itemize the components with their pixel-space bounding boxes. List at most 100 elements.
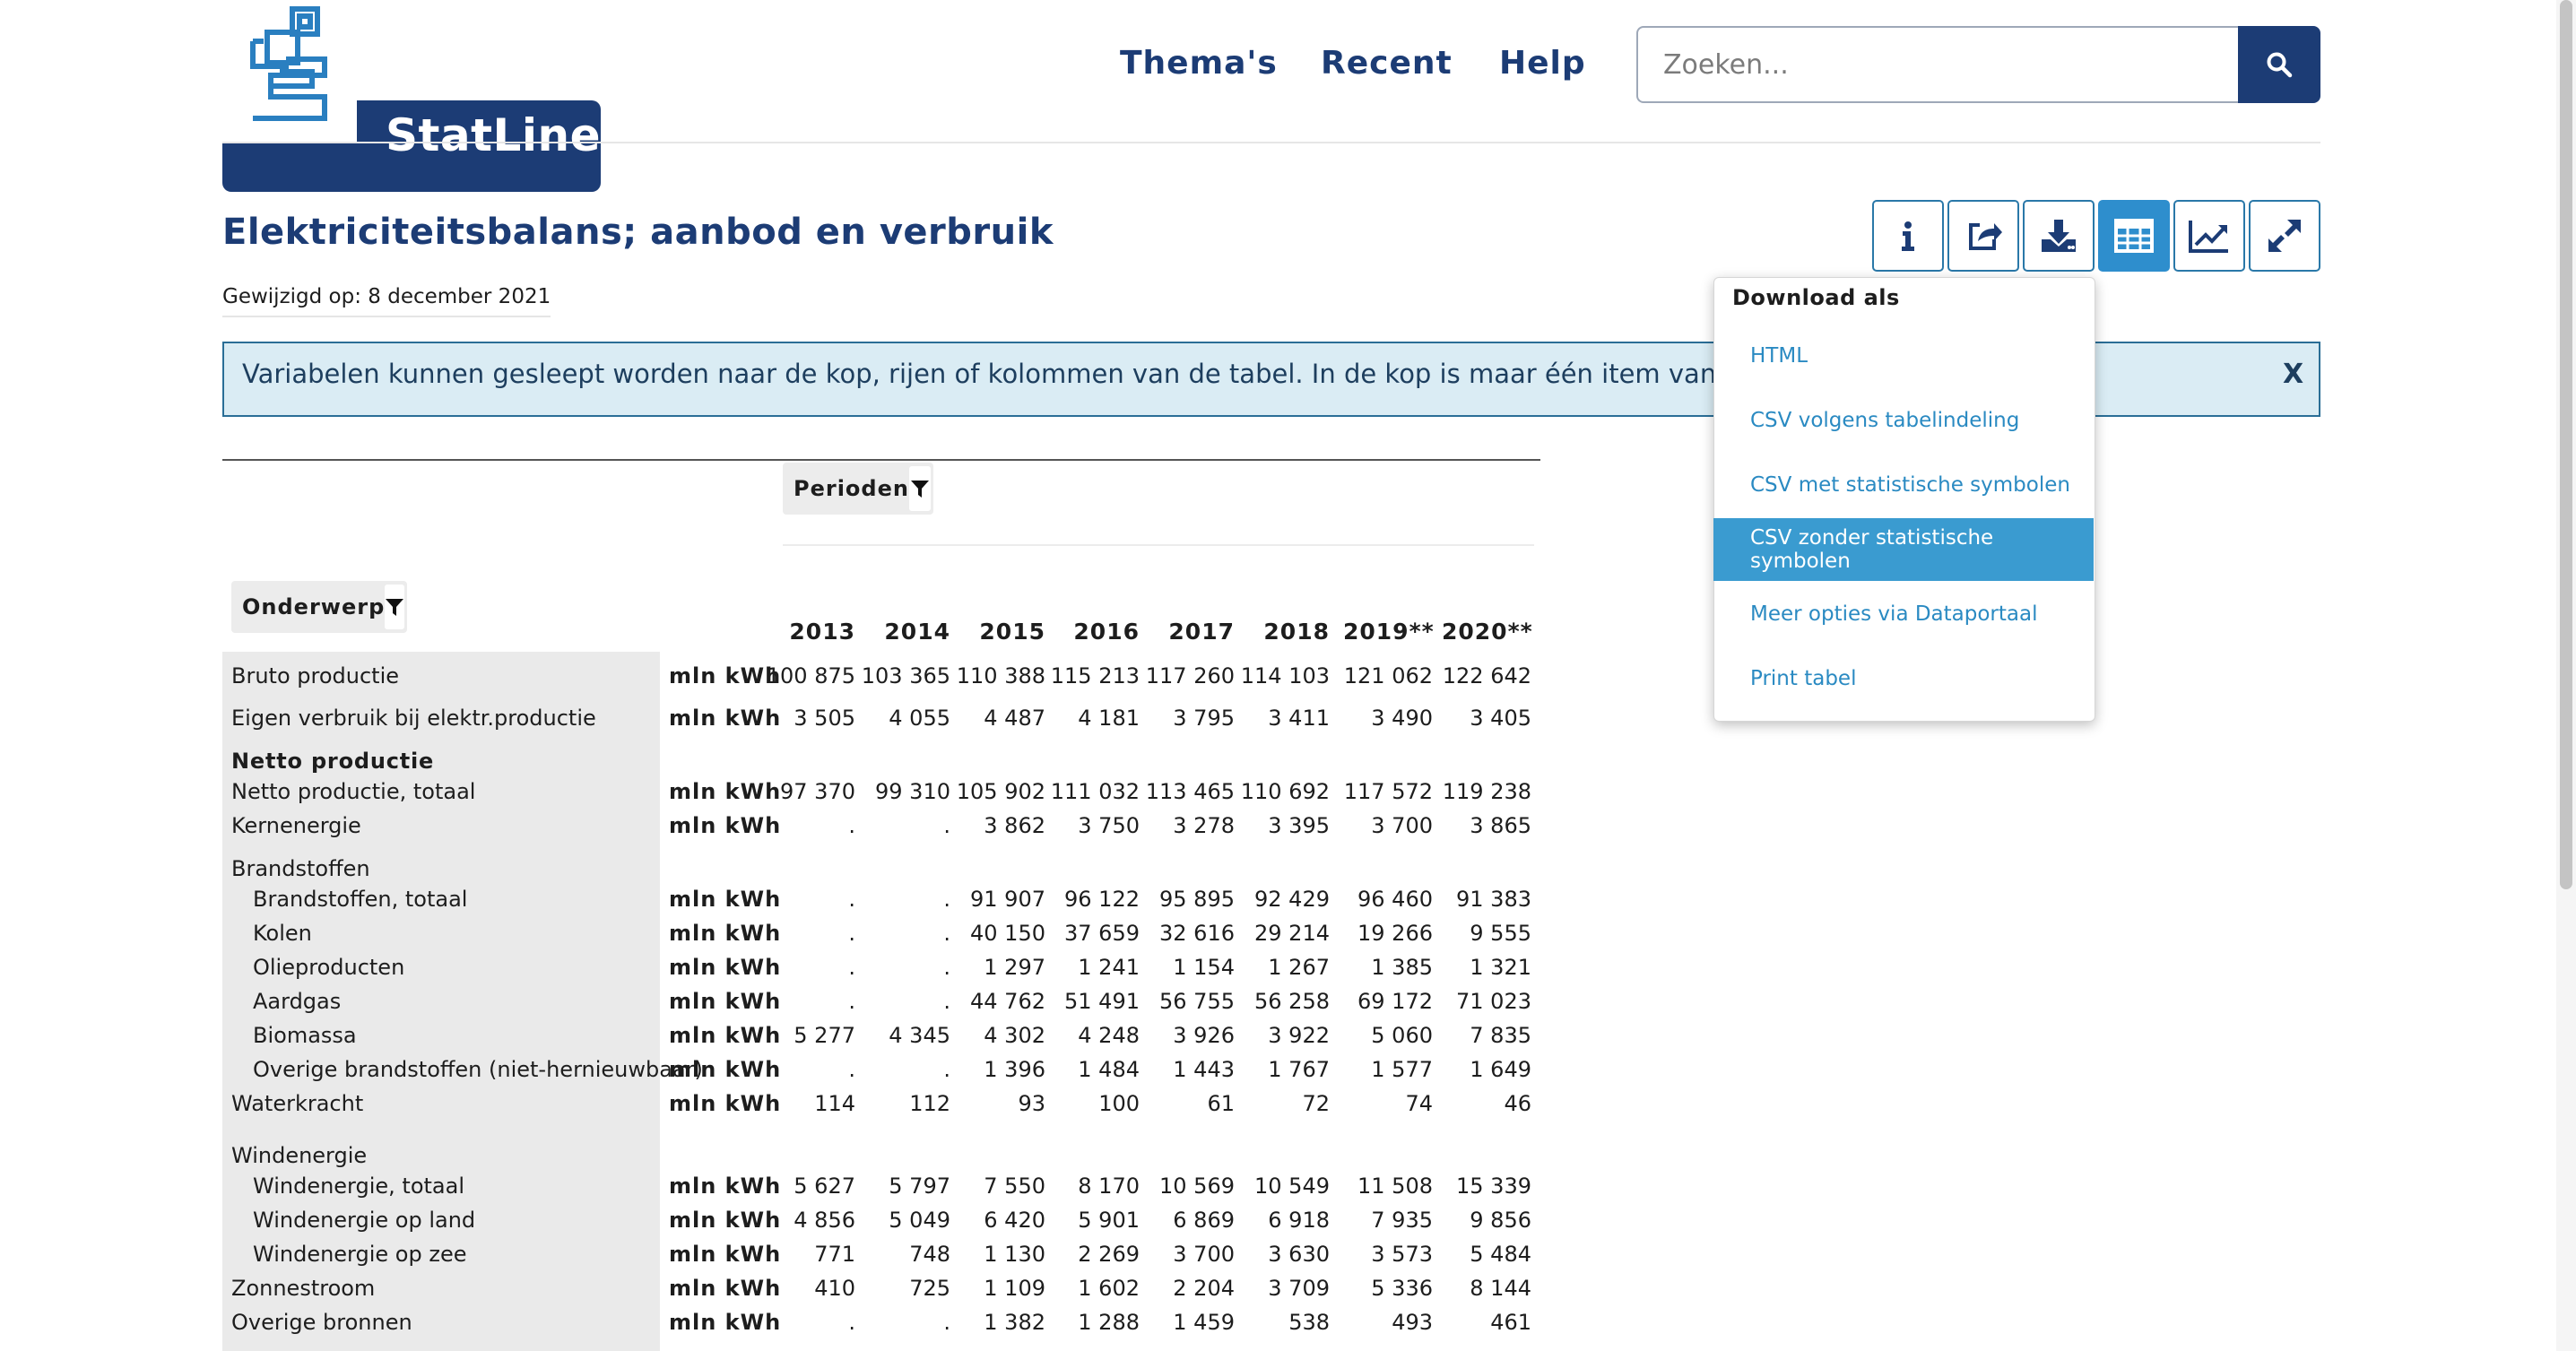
share-button[interactable] bbox=[1947, 200, 2019, 272]
brand-name[interactable]: StatLine bbox=[386, 109, 601, 161]
print-table[interactable]: Print tabel bbox=[1713, 647, 2094, 710]
cbs-logo-icon[interactable] bbox=[249, 5, 335, 124]
table-cell: 2 269 bbox=[1078, 1242, 1140, 1267]
fullscreen-button[interactable] bbox=[2249, 200, 2320, 272]
table-cell: 7 935 bbox=[1371, 1208, 1433, 1233]
table-view-button[interactable] bbox=[2098, 200, 2170, 272]
table-cell: 1 396 bbox=[984, 1057, 1045, 1082]
table-cell: . bbox=[943, 921, 950, 946]
table-cell: 5 484 bbox=[1470, 1242, 1531, 1267]
table-cell: 5 627 bbox=[794, 1173, 855, 1199]
row-label: Overige bronnen bbox=[231, 1310, 412, 1335]
download-csv-with-symbols[interactable]: CSV met statistische symbolen bbox=[1713, 454, 2094, 516]
table-cell: 3 926 bbox=[1173, 1023, 1235, 1048]
row-label: Windenergie op zee bbox=[253, 1242, 467, 1267]
table-cell: . bbox=[848, 955, 855, 980]
table-cell: . bbox=[943, 955, 950, 980]
table-cell: . bbox=[943, 1057, 950, 1082]
table-cell: 5 277 bbox=[794, 1023, 855, 1048]
nav-themes[interactable]: Thema's bbox=[1120, 45, 1278, 82]
table-cell: 8 144 bbox=[1470, 1276, 1531, 1301]
scrollbar-thumb[interactable] bbox=[2560, 0, 2572, 889]
row-unit: mln kWh bbox=[669, 779, 782, 804]
row-unit: mln kWh bbox=[669, 887, 782, 912]
table-cell: 117 260 bbox=[1145, 663, 1235, 688]
table-cell: 100 875 bbox=[766, 663, 855, 688]
download-html[interactable]: HTML bbox=[1713, 325, 2094, 387]
table-cell: 4 856 bbox=[794, 1208, 855, 1233]
table-cell: 91 383 bbox=[1456, 887, 1531, 912]
table-cell: 3 922 bbox=[1268, 1023, 1330, 1048]
table-cell: 112 bbox=[909, 1091, 950, 1116]
expand-icon bbox=[2268, 220, 2301, 252]
row-unit: mln kWh bbox=[669, 706, 782, 731]
row-label: Zonnestroom bbox=[231, 1276, 376, 1301]
table-cell: 3 573 bbox=[1371, 1242, 1433, 1267]
table-cell: 5 060 bbox=[1371, 1023, 1433, 1048]
row-label: Brandstoffen, totaal bbox=[253, 887, 468, 912]
row-unit: mln kWh bbox=[669, 1242, 782, 1267]
table-cell: 103 365 bbox=[861, 663, 950, 688]
table-cell: 3 700 bbox=[1173, 1242, 1235, 1267]
year-header: 2014 bbox=[884, 619, 950, 645]
table-cell: 4 345 bbox=[889, 1023, 950, 1048]
year-header: 2020** bbox=[1442, 619, 1533, 645]
info-button[interactable] bbox=[1872, 200, 1944, 272]
table-cell: 19 266 bbox=[1357, 921, 1433, 946]
search-button[interactable] bbox=[2238, 26, 2320, 103]
table-cell: 2 204 bbox=[1173, 1276, 1235, 1301]
table-cell: 100 bbox=[1098, 1091, 1140, 1116]
nav-recent[interactable]: Recent bbox=[1321, 45, 1453, 82]
row-unit: mln kWh bbox=[669, 1208, 782, 1233]
table-cell: 461 bbox=[1490, 1310, 1531, 1335]
download-csv-without-symbols[interactable]: CSV zonder statistische symbolen bbox=[1713, 518, 2094, 581]
year-header: 2013 bbox=[789, 619, 855, 645]
row-unit: mln kWh bbox=[669, 955, 782, 980]
info-bar-close-button[interactable]: X bbox=[2283, 359, 2303, 390]
table-cell: 7 835 bbox=[1470, 1023, 1531, 1048]
search-input[interactable] bbox=[1636, 26, 2241, 103]
table-top-rule bbox=[222, 459, 1540, 461]
row-unit: mln kWh bbox=[669, 921, 782, 946]
table-cell: 1 130 bbox=[984, 1242, 1045, 1267]
table-cell: 44 762 bbox=[970, 989, 1045, 1014]
table-cell: 119 238 bbox=[1442, 779, 1531, 804]
download-icon bbox=[2042, 220, 2076, 252]
subject-filter-button[interactable] bbox=[385, 585, 405, 629]
row-label: Eigen verbruik bij elektr.productie bbox=[231, 706, 596, 731]
search-icon bbox=[2267, 52, 2293, 78]
download-button[interactable] bbox=[2023, 200, 2095, 272]
row-label: Brandstoffen bbox=[231, 856, 370, 881]
chart-view-button[interactable] bbox=[2173, 200, 2245, 272]
table-cell: 115 213 bbox=[1050, 663, 1140, 688]
row-label: Windenergie, totaal bbox=[253, 1173, 465, 1199]
table-cell: 96 460 bbox=[1357, 887, 1433, 912]
download-csv-table-layout[interactable]: CSV volgens tabelindeling bbox=[1713, 389, 2094, 452]
table-cell: 5 797 bbox=[889, 1173, 950, 1199]
table-cell: 91 907 bbox=[970, 887, 1045, 912]
header-divider bbox=[222, 142, 2320, 143]
year-header: 2017 bbox=[1168, 619, 1235, 645]
row-label: Biomassa bbox=[253, 1023, 357, 1048]
periods-variable-chip[interactable]: Perioden bbox=[783, 463, 933, 515]
table-cell: 3 411 bbox=[1268, 706, 1330, 731]
table-cell: 1 602 bbox=[1078, 1276, 1140, 1301]
download-more-options-dataportal[interactable]: Meer opties via Dataportaal bbox=[1713, 583, 2094, 645]
table-cell: 5 049 bbox=[889, 1208, 950, 1233]
row-label: Olieproducten bbox=[253, 955, 405, 980]
table-cell: 6 420 bbox=[984, 1208, 1045, 1233]
table-cell: 4 487 bbox=[984, 706, 1045, 731]
table-cell: 3 278 bbox=[1173, 813, 1235, 838]
row-unit: mln kWh bbox=[669, 1310, 782, 1335]
table-cell: 3 700 bbox=[1371, 813, 1433, 838]
table-cell: 121 062 bbox=[1343, 663, 1433, 688]
chart-icon bbox=[2189, 221, 2228, 253]
nav-help[interactable]: Help bbox=[1499, 45, 1586, 82]
table-cell: 493 bbox=[1392, 1310, 1433, 1335]
table-cell: 1 382 bbox=[984, 1310, 1045, 1335]
periods-filter-button[interactable] bbox=[908, 466, 931, 511]
subject-variable-chip[interactable]: Onderwerp bbox=[231, 581, 407, 633]
table-cell: 748 bbox=[909, 1242, 950, 1267]
info-icon bbox=[1902, 221, 1914, 251]
table-cell: 29 214 bbox=[1254, 921, 1330, 946]
